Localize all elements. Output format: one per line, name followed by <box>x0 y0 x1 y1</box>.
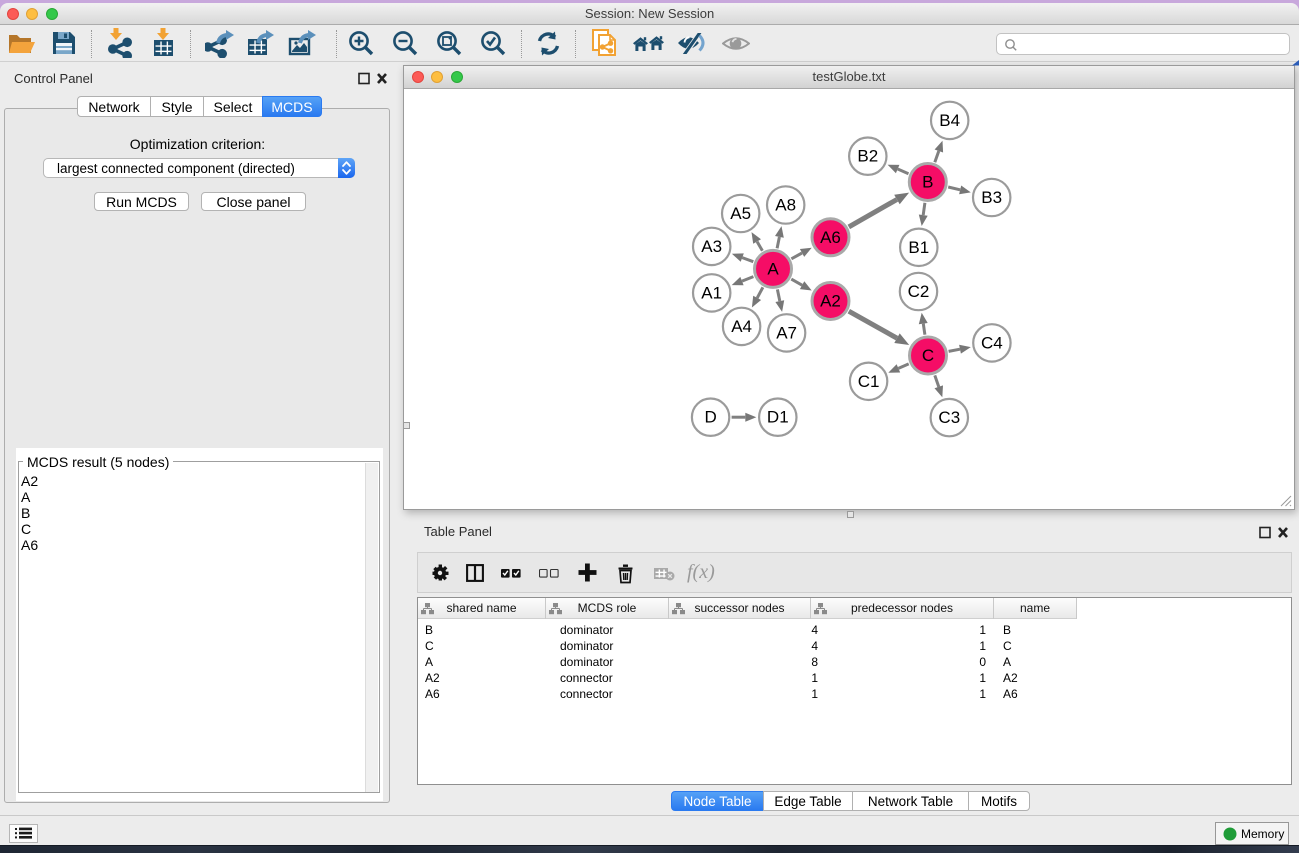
svg-text:D: D <box>704 408 716 427</box>
svg-text:C: C <box>922 346 934 365</box>
svg-text:B4: B4 <box>939 111 960 130</box>
svg-text:B2: B2 <box>857 147 878 166</box>
svg-text:A4: A4 <box>731 317 752 336</box>
svg-text:A5: A5 <box>730 204 751 223</box>
svg-text:B3: B3 <box>981 188 1002 207</box>
svg-text:D1: D1 <box>767 408 789 427</box>
svg-text:A8: A8 <box>775 196 796 215</box>
svg-text:A1: A1 <box>701 283 722 302</box>
svg-text:A: A <box>767 259 779 278</box>
svg-text:B1: B1 <box>908 238 929 257</box>
svg-text:C4: C4 <box>981 333 1003 352</box>
svg-text:C2: C2 <box>908 282 930 301</box>
svg-text:A7: A7 <box>776 323 797 342</box>
svg-text:A2: A2 <box>820 292 841 311</box>
svg-text:B: B <box>922 173 933 192</box>
svg-text:C3: C3 <box>938 408 960 427</box>
svg-text:A6: A6 <box>820 228 841 247</box>
svg-text:C1: C1 <box>858 372 880 391</box>
svg-text:A3: A3 <box>701 237 722 256</box>
